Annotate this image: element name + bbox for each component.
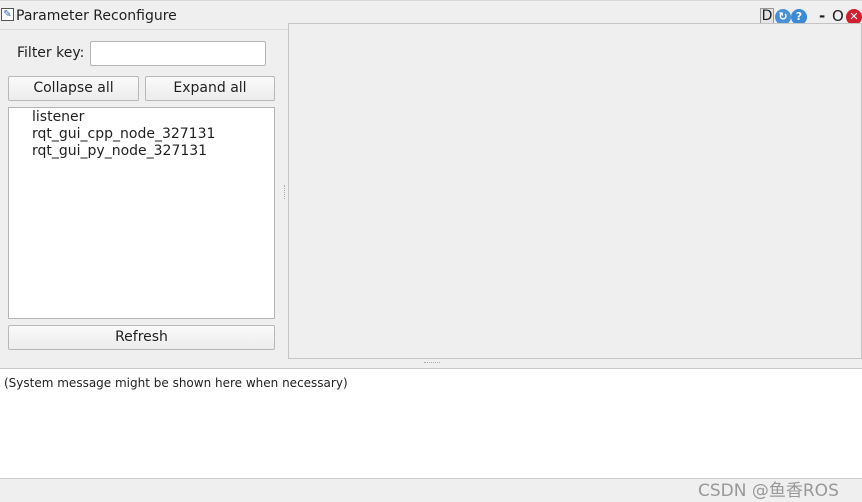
tree-item-listener[interactable]: listener	[32, 109, 84, 125]
parameter-editor-panel	[288, 23, 862, 359]
window-title: Parameter Reconfigure	[16, 8, 177, 24]
system-message-area: (System message might be shown here when…	[0, 368, 862, 479]
watermark: CSDN @鱼香ROS	[698, 481, 839, 501]
system-message: (System message might be shown here when…	[4, 376, 348, 390]
debug-button[interactable]: D	[760, 8, 774, 24]
vertical-splitter-handle[interactable]	[424, 362, 440, 365]
pencil-icon: ✎	[1, 8, 14, 21]
tree-item-cpp-node[interactable]: rqt_gui_cpp_node_327131	[32, 126, 215, 142]
node-tree[interactable]: listener rqt_gui_cpp_node_327131 rqt_gui…	[8, 107, 275, 319]
filter-key-input[interactable]	[90, 41, 266, 66]
collapse-all-button[interactable]: Collapse all	[8, 76, 139, 101]
filter-key-label: Filter key:	[17, 45, 85, 61]
splitter-handle[interactable]	[284, 185, 287, 199]
expand-all-button[interactable]: Expand all	[145, 76, 275, 101]
refresh-button[interactable]: Refresh	[8, 325, 275, 350]
tree-item-py-node[interactable]: rqt_gui_py_node_327131	[32, 143, 207, 159]
